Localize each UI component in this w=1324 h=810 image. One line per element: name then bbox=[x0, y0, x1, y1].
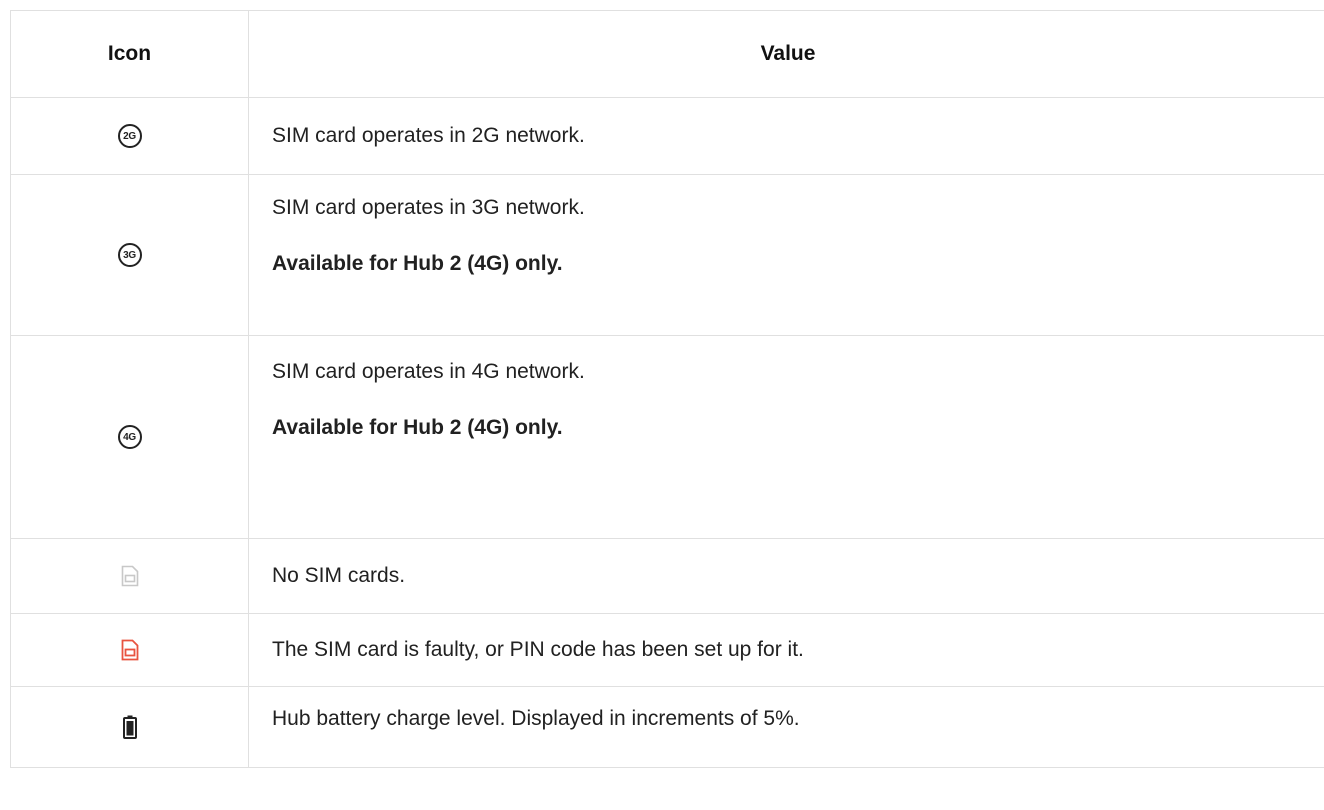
table-row: 3G SIM card operates in 3G network. Avai… bbox=[11, 175, 1324, 336]
row-value-text: SIM card operates in 2G network. bbox=[272, 124, 585, 148]
icon-value-table: Icon Value 2G SIM card operates in 2G ne… bbox=[10, 10, 1324, 768]
no-sim-icon bbox=[121, 565, 139, 587]
table-row: 2G SIM card operates in 2G network. bbox=[11, 98, 1324, 175]
table-row: No SIM cards. bbox=[11, 539, 1324, 614]
row-value-text: The SIM card is faulty, or PIN code has … bbox=[272, 638, 804, 662]
row-value-text: No SIM cards. bbox=[272, 564, 406, 588]
table-row: Hub battery charge level. Displayed in i… bbox=[11, 687, 1324, 768]
table-row: The SIM card is faulty, or PIN code has … bbox=[11, 614, 1324, 687]
table-header-row: Icon Value bbox=[11, 11, 1324, 98]
faulty-sim-icon bbox=[121, 639, 139, 661]
2g-icon: 2G bbox=[117, 124, 142, 148]
3g-icon: 3G bbox=[117, 243, 142, 267]
row-value-text: SIM card operates in 3G network. bbox=[272, 196, 585, 219]
battery-icon bbox=[122, 715, 137, 739]
row-value-text: Hub battery charge level. Displayed in i… bbox=[272, 707, 800, 730]
header-icon: Icon bbox=[11, 11, 249, 97]
header-value: Value bbox=[760, 42, 816, 66]
row-value-note: Available for Hub 2 (4G) only. bbox=[272, 252, 563, 276]
row-value-text: SIM card operates in 4G network. bbox=[272, 360, 585, 383]
4g-icon: 4G bbox=[117, 425, 142, 449]
table-row: 4G SIM card operates in 4G network. Avai… bbox=[11, 336, 1324, 539]
row-value-note: Available for Hub 2 (4G) only. bbox=[272, 416, 563, 440]
